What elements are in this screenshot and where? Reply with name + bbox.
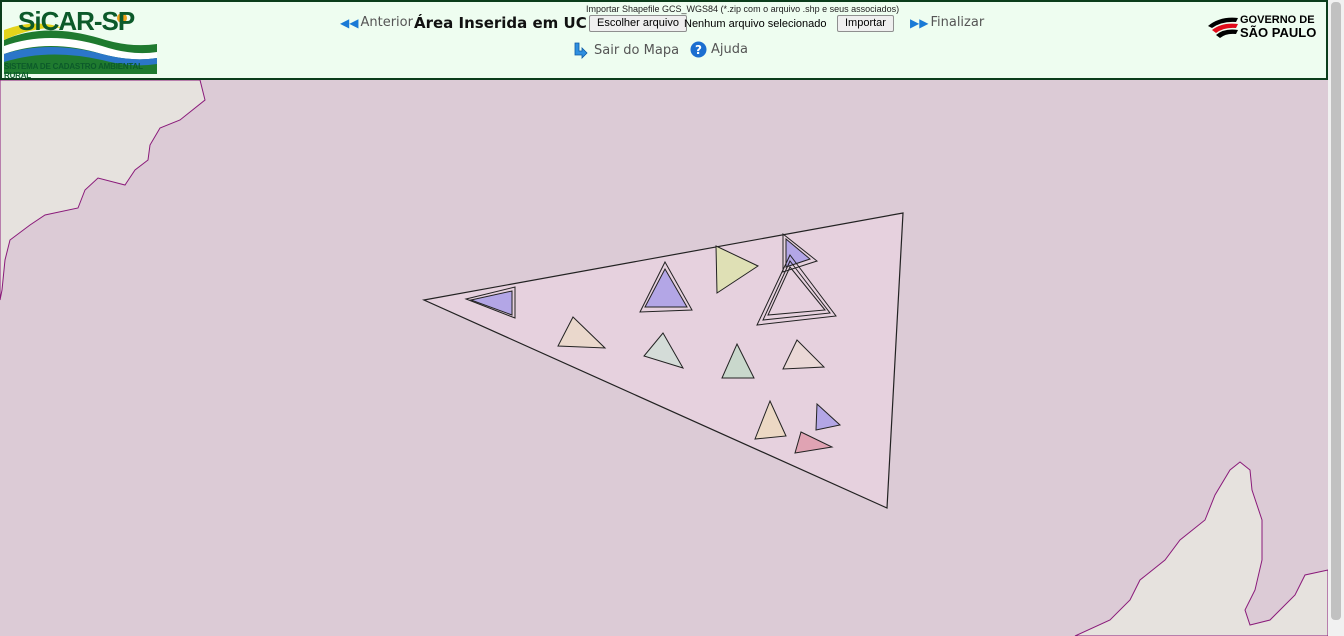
help-label: Ajuda: [711, 42, 748, 57]
gov-line2: SÃO PAULO: [1240, 25, 1317, 40]
import-button[interactable]: Importar: [837, 15, 894, 32]
scrollbar-thumb[interactable]: [1331, 2, 1341, 620]
help-link[interactable]: ? Ajuda: [690, 41, 748, 58]
exit-map-label: Sair do Mapa: [594, 43, 680, 58]
map-canvas[interactable]: [0, 0, 1344, 636]
prev-label: Anterior: [360, 15, 413, 30]
import-hint: Importar Shapefile GCS_WGS84 (*.zip com …: [586, 4, 900, 14]
logo-title: SiCAR-SP: [18, 6, 135, 36]
gov-sp-emblem: [1208, 17, 1238, 38]
sicar-logo: SiCAR-SP SISTEMA DE CADASTRO AMBIENTAL R…: [4, 4, 157, 80]
double-left-arrow-icon: ◀◀: [340, 15, 359, 30]
prev-link[interactable]: ◀◀ Anterior: [340, 15, 413, 30]
top-toolbar: SiCAR-SP SISTEMA DE CADASTRO AMBIENTAL R…: [0, 0, 1328, 80]
choose-file-button[interactable]: Escolher arquivo: [589, 15, 687, 32]
gov-sp-logo: GOVERNO DE SÃO PAULO: [1208, 14, 1320, 44]
file-status: Nenhum arquivo selecionado: [684, 18, 827, 30]
double-right-arrow-icon: ▶▶: [910, 15, 929, 30]
logo-subtitle: SISTEMA DE CADASTRO AMBIENTAL RURAL: [4, 62, 143, 80]
page-title: Área Inserida em UC: [414, 14, 587, 32]
down-arrow-icon: [574, 42, 588, 59]
finish-link[interactable]: ▶▶ Finalizar: [910, 15, 984, 30]
question-icon: ?: [690, 41, 707, 58]
svg-text:?: ?: [695, 43, 702, 57]
finish-label: Finalizar: [930, 15, 985, 30]
exit-map-link[interactable]: Sair do Mapa: [572, 42, 679, 59]
